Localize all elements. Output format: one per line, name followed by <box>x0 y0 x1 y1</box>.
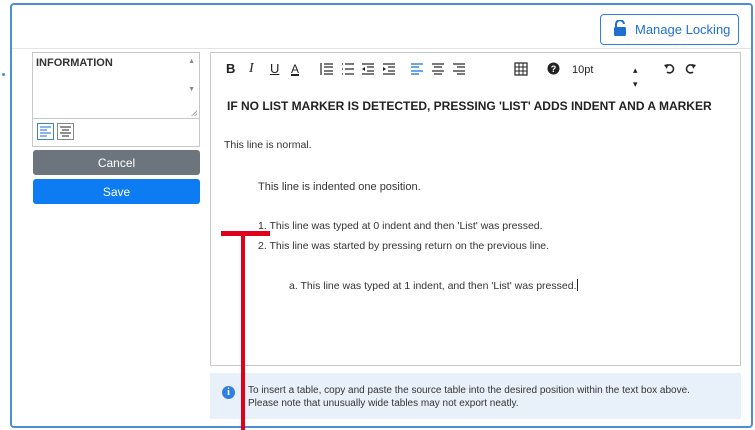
editor-list-item-1: 1. This line was typed at 0 indent and t… <box>258 220 543 232</box>
align-right-icon[interactable] <box>452 62 466 76</box>
editor-toolbar: B I U A ? 10pt ▴ ▾ <box>211 53 740 89</box>
text-caret <box>577 279 579 291</box>
help-icon[interactable]: ? <box>547 62 560 75</box>
font-size-value[interactable]: 10pt <box>572 63 593 77</box>
alignment-group <box>32 119 200 147</box>
unlock-icon <box>613 19 627 39</box>
scroll-up-icon[interactable]: ▲ <box>188 58 195 65</box>
align-left-button[interactable] <box>37 123 54 140</box>
svg-text:?: ? <box>551 64 557 74</box>
font-color-button[interactable]: A <box>291 62 299 76</box>
italic-button[interactable]: I <box>249 62 254 76</box>
information-field[interactable]: INFORMATION ▲ ▼ <box>32 52 200 119</box>
ordered-list-icon[interactable] <box>320 62 334 76</box>
editor-list-item-a-text: a. This line was typed at 1 indent, and … <box>289 280 577 292</box>
align-center-icon[interactable] <box>431 62 445 76</box>
annotation-marker-bar <box>221 231 270 236</box>
editor-heading: IF NO LIST MARKER IS DETECTED, PRESSING … <box>227 99 712 113</box>
align-center-icon <box>60 126 71 137</box>
header-divider <box>12 48 751 49</box>
align-left-icon[interactable] <box>410 62 424 76</box>
rich-text-editor[interactable]: B I U A ? 10pt ▴ ▾ IF NO LIST MARKER IS … <box>210 52 741 366</box>
info-note-line-2: Please note that unusually wide tables m… <box>248 398 519 409</box>
info-note-text: To insert a table, copy and paste the so… <box>248 384 738 410</box>
info-note: i To insert a table, copy and paste the … <box>210 373 741 419</box>
redo-icon[interactable] <box>684 62 697 75</box>
scroll-down-icon[interactable]: ▼ <box>188 86 195 93</box>
manage-locking-label: Manage Locking <box>635 22 731 37</box>
save-button[interactable]: Save <box>33 179 200 204</box>
outdent-icon[interactable] <box>361 62 375 76</box>
bold-button[interactable]: B <box>226 62 235 76</box>
font-size-stepper[interactable]: ▴ ▾ <box>633 63 638 91</box>
editor-line-indented: This line is indented one position. <box>258 181 421 193</box>
annotation-marker-stem <box>241 236 245 430</box>
info-note-line-1: To insert a table, copy and paste the so… <box>248 385 690 396</box>
editor-list-item-2: 2. This line was started by pressing ret… <box>258 240 550 252</box>
manage-locking-button[interactable]: Manage Locking <box>600 14 739 45</box>
align-center-button[interactable] <box>57 123 74 140</box>
table-icon[interactable] <box>514 62 528 76</box>
edge-marker <box>2 73 5 76</box>
align-left-icon <box>40 126 51 137</box>
indent-icon[interactable] <box>382 62 396 76</box>
bullet-list-icon[interactable] <box>341 62 355 76</box>
undo-icon[interactable] <box>663 62 676 75</box>
information-label: INFORMATION <box>36 57 113 69</box>
cancel-button[interactable]: Cancel <box>33 150 200 175</box>
editor-list-item-a: a. This line was typed at 1 indent, and … <box>289 279 579 292</box>
editor-line-normal: This line is normal. <box>224 139 312 151</box>
resize-grip-icon[interactable] <box>191 110 197 116</box>
underline-button[interactable]: U <box>270 62 279 76</box>
info-icon: i <box>222 386 235 399</box>
